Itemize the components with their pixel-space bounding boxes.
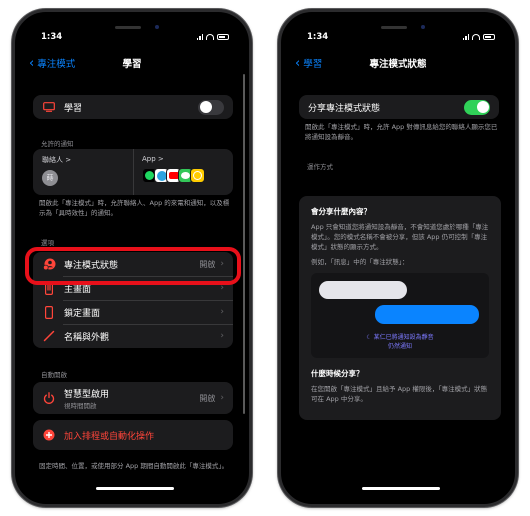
option-label: 名稱與外觀 (64, 332, 110, 343)
info-card: 會分享什麼內容？ App 只會知道您將通知設為靜音，不會知道您處於哪種「專注模式… (299, 196, 501, 420)
silenced-text: 某仁已將通知設為靜音 (373, 334, 434, 341)
smart-activation-row[interactable]: 智慧型啟用 視時間開啟 開啟 › (33, 382, 233, 414)
add-schedule-group: 加入排程或自動化操作 (33, 420, 233, 450)
what-shared-heading: 會分享什麼內容？ (311, 207, 371, 216)
focus-name-label: 學習 (64, 103, 83, 114)
sent-bubble (375, 305, 479, 324)
share-status-label: 分享專注模式狀態 (308, 103, 381, 114)
speaker-notch (115, 26, 141, 29)
when-shared-text: 在您開啟「專注模式」且給予 App 權限後，「專注模式」狀態可在 App 中分享… (311, 385, 488, 403)
camera-dot (155, 25, 159, 29)
nav-bar: ‹ 學習 專注模式狀態 (281, 56, 515, 72)
home-indicator[interactable] (362, 487, 440, 490)
phone-right-focus-status: 1:34 ‹ 學習 專注模式狀態 分享專注模式狀態 開啟此「專注模式」時，允許 … (278, 9, 518, 507)
highlight-box (25, 247, 241, 285)
pencil-icon (42, 329, 56, 343)
smart-activation-value: 開啟 (199, 393, 216, 403)
share-status-toggle[interactable] (464, 99, 490, 115)
status-time: 1:34 (307, 32, 329, 42)
tv-icon (42, 100, 56, 114)
options-header: 選項 (41, 239, 54, 247)
option-label: 鎖定畫面 (64, 308, 101, 319)
focus-toggle[interactable] (198, 99, 224, 115)
phone-left-focus-settings: 1:34 ‹ 專注模式 學習 學習 允許的通知 聯絡人 > 蒔 App > 開啟… (12, 9, 252, 507)
silenced-notice: ☾ 某仁已將通知設為靜音 仍然通知 (311, 333, 489, 351)
home-indicator[interactable] (96, 487, 174, 490)
what-shared-text: App 只會知道您將通知設為靜音，不會知道您處於哪種「專注模式」。您的模式名稱不… (311, 223, 489, 251)
share-status-group: 分享專注模式狀態 (299, 95, 499, 119)
example-text: 例如，「訊息」中的「專注狀態」： (311, 258, 409, 266)
option-name-appearance[interactable]: 名稱與外觀 › (33, 324, 233, 348)
smart-activation-text: 智慧型啟用 視時間開啟 (64, 387, 199, 410)
apps-cell[interactable]: App > (133, 149, 233, 195)
share-footnote: 開啟此「專注模式」時，允許 App 對傳訊息給您的聯絡人顯示您已將通知設為靜音。 (305, 123, 498, 141)
people-label: 聯絡人 > (42, 156, 72, 164)
when-shared-heading: 什麼時候分享？ (311, 369, 364, 378)
power-icon (42, 391, 56, 405)
clock-icon (190, 168, 205, 183)
people-cell[interactable]: 聯絡人 > 蒔 (33, 149, 133, 195)
moon-icon: ☾ (366, 334, 372, 341)
scrollbar[interactable] (243, 74, 245, 414)
share-status-row[interactable]: 分享專注模式狀態 (299, 95, 499, 119)
chevron-right-icon: › (220, 307, 224, 317)
chevron-right-icon: › (220, 393, 224, 403)
signal-icon (462, 33, 469, 40)
message-preview: ☾ 某仁已將通知設為靜音 仍然通知 (311, 273, 489, 358)
status-bar: 1:34 (281, 32, 515, 46)
received-bubble (319, 281, 407, 299)
page-title: 專注模式狀態 (369, 59, 427, 70)
allowed-notifications-header: 允許的通知 (41, 140, 74, 148)
notify-anyway-link[interactable]: 仍然通知 (388, 343, 412, 350)
wifi-icon (206, 33, 214, 40)
smart-activation-sub: 視時間開啟 (64, 401, 97, 410)
apps-label: App > (142, 155, 164, 163)
lock-screen-icon (42, 305, 56, 319)
auto-on-header: 自動開啟 (41, 371, 67, 379)
how-it-works-header: 運作方式 (307, 163, 333, 171)
add-schedule-label: 加入排程或自動化操作 (64, 431, 155, 442)
battery-icon (217, 33, 229, 40)
wifi-icon (472, 33, 480, 40)
allowed-footnote: 開啟此「專注模式」時，允許聯絡人、App 的來電和通知，以及標示為「具時效性」的… (39, 199, 230, 217)
allowed-notifications-group: 聯絡人 > 蒔 App > (33, 149, 233, 195)
add-schedule-button[interactable]: 加入排程或自動化操作 (33, 420, 233, 450)
option-lock-screen[interactable]: 鎖定畫面 › (33, 300, 233, 324)
chevron-right-icon: › (220, 331, 224, 341)
status-time: 1:34 (41, 32, 63, 42)
status-bar: 1:34 (15, 32, 249, 46)
nav-bar: ‹ 專注模式 學習 (15, 56, 249, 72)
speaker-notch (381, 26, 407, 29)
battery-icon (483, 33, 495, 40)
plus-circle-icon (42, 428, 56, 442)
signal-icon (196, 33, 203, 40)
auto-footnote: 固定時間、位置，或使用部分 App 期間自動開啟此「專注模式」。 (39, 462, 229, 470)
smart-activation-label: 智慧型啟用 (64, 389, 110, 400)
page-title: 學習 (122, 59, 142, 70)
smart-activation-group: 智慧型啟用 視時間開啟 開啟 › (33, 382, 233, 414)
camera-dot (421, 25, 425, 29)
focus-toggle-group: 學習 (33, 95, 233, 119)
avatar: 蒔 (42, 170, 58, 186)
focus-toggle-row[interactable]: 學習 (33, 95, 233, 119)
